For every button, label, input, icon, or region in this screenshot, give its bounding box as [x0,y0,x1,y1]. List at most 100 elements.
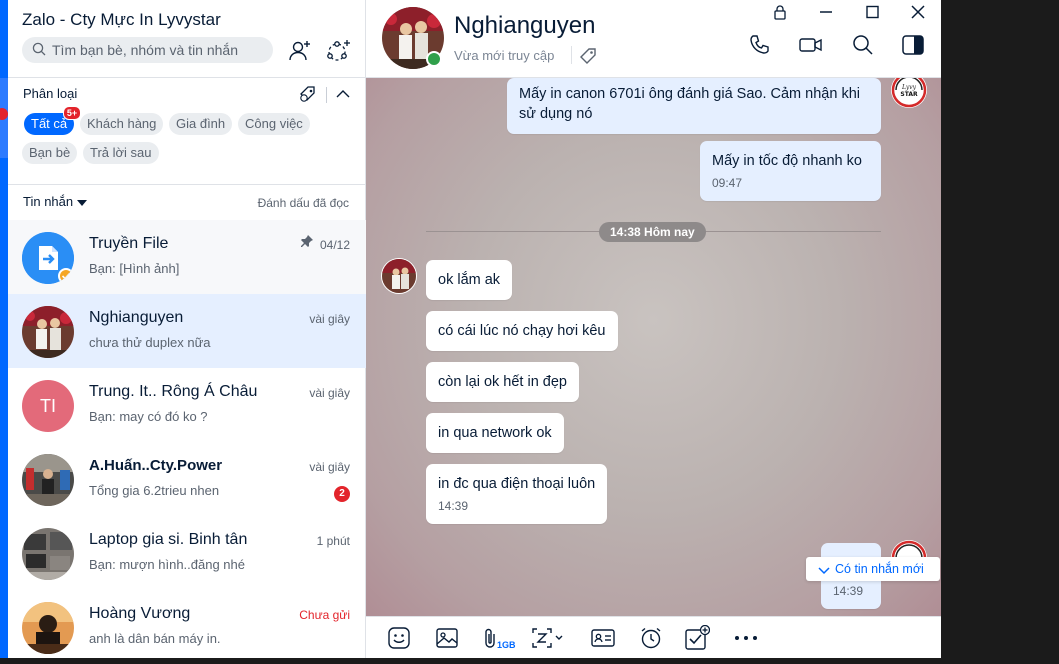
photo-avatar [22,602,74,654]
conversation-time: vài giây [309,312,350,326]
desktop-background [941,0,1059,658]
tag-icon [580,48,596,64]
close-button[interactable] [908,4,928,20]
more-options-button[interactable] [732,625,762,651]
message-bubble-incoming[interactable]: in đc qua điện thoại luôn 14:39 [426,464,608,524]
conversation-name: Nghianguyen [89,309,184,326]
close-icon [911,5,925,19]
chip-reply-later[interactable]: Trả lời sau [83,142,159,164]
category-settings-button[interactable] [298,84,318,104]
message-bubble-incoming[interactable]: in qua network ok [426,413,564,453]
video-call-button[interactable] [798,32,824,58]
reminder-button[interactable] [638,625,664,651]
conversation-time: vài giây [309,460,350,474]
conversation-item[interactable]: Laptop gia si. Binh tân Bạn: mượn hình..… [8,516,366,590]
alarm-clock-icon [641,627,661,649]
conversation-item[interactable]: Hoàng Vương anh là dân bán máy in. Chưa … [8,590,366,664]
conversation-item[interactable]: Nghianguyen chưa thử duplex nữa vài giây [8,294,366,368]
chip-badge: 5+ [62,106,82,120]
conversation-name: Truyền File [89,235,169,252]
message-text: ok lắm ak [438,272,501,288]
conversation-preview: Bạn: [Hình ảnh] [89,261,180,276]
avatar [22,232,74,284]
conversation-sidebar: Zalo - Cty Mực In Lyvystar Phân loại Tất… [8,0,366,658]
message-bubble-incoming[interactable]: ok lắm ak [426,260,513,300]
chevron-down-icon [818,567,830,574]
chip-customers[interactable]: Khách hàng [80,113,164,135]
maximize-icon [866,5,879,19]
video-camera-icon [799,38,822,52]
new-message-notice[interactable]: Có tin nhắn mới [806,557,940,581]
conversation-item[interactable]: A.Huấn..Cty.Power Tổng gia 6.2trieu nhen… [8,442,366,516]
chip-friends[interactable]: Bạn bè [22,142,78,164]
conversation-preview: chưa thử duplex nữa [89,335,211,350]
message-text: in đc qua điện thoại luôn [438,476,596,492]
phone-icon [750,35,769,54]
attach-file-button[interactable]: 1GB [482,625,522,651]
add-friend-icon [289,41,310,61]
search-icon [853,35,873,55]
message-time: 14:39 [438,499,469,513]
chip-work[interactable]: Công việc [238,113,310,135]
avatar [22,602,74,654]
message-list[interactable]: Mấy in canon 6701i ông đánh giá Sao. Cảm… [366,78,941,616]
maximize-button[interactable] [862,4,882,20]
message-bubble-incoming[interactable]: có cái lúc nó chạy hơi kêu [426,311,618,351]
chip-label: Tất cả [31,116,68,131]
avatar [22,528,74,580]
screenshot-button[interactable] [530,625,566,651]
conversation-name: A.Huấn..Cty.Power [89,457,223,474]
message-bubble-incoming[interactable]: còn lại ok hết in đẹp [426,362,579,402]
conversation-time: 04/12 [319,238,350,252]
conversation-info-button[interactable] [900,32,926,58]
own-avatar: Lyvy STAR [891,78,927,108]
conversation-item[interactable]: TI Trung. It.. Rông Á Châu Bạn: may có đ… [8,368,366,442]
file-transfer-icon [22,232,74,284]
send-contact-card-button[interactable] [590,625,616,651]
search-box[interactable] [22,37,273,63]
messages-filter[interactable]: Tin nhắn [23,194,88,209]
new-message-label: Có tin nhắn mới [835,562,924,576]
svg-text:STAR: STAR [900,91,918,98]
message-text: Mấy in tốc độ nhanh ko [712,153,862,169]
send-image-button[interactable] [434,625,460,651]
peer-avatar[interactable] [381,258,417,294]
unread-count-badge: 2 [334,486,350,502]
message-time: 09:47 [712,176,743,190]
message-text: Mấy in canon 6701i ông đánh giá Sao. Cảm… [519,86,860,122]
collapse-categories-button[interactable] [333,84,353,104]
search-icon [32,42,46,56]
lyvystar-logo: LyvySTAR [891,78,927,108]
status-separator [571,46,572,64]
search-input[interactable] [52,40,267,60]
sidebar-toggle-icon [902,35,924,55]
photo-avatar [22,528,74,580]
voice-call-button[interactable] [746,32,772,58]
create-group-icon [327,40,350,61]
svg-text:Lyvy: Lyvy [901,84,917,91]
chip-all[interactable]: Tất cả 5+ [24,106,82,135]
contact-card-icon [591,629,615,647]
label-tag-button[interactable] [578,46,598,71]
pin-window-button[interactable] [770,4,790,20]
messages-filter-label: Tin nhắn [23,194,74,209]
task-check-icon [685,624,711,650]
assign-task-button[interactable] [684,624,711,651]
add-friend-button[interactable] [286,37,314,65]
message-bubble-outgoing[interactable]: Mấy in tốc độ nhanh ko 09:47 [700,141,881,201]
sticker-button[interactable] [386,625,412,651]
search-messages-button[interactable] [850,32,876,58]
mark-all-read-link[interactable]: Đánh dấu đã đọc [258,196,349,210]
chip-family[interactable]: Gia đình [169,113,233,135]
lock-icon [774,5,786,20]
message-bubble-outgoing[interactable]: Mấy in canon 6701i ông đánh giá Sao. Cảm… [507,78,881,134]
categories-divider [8,184,366,185]
create-group-button[interactable] [324,37,352,65]
conversation-time: 1 phút [316,534,350,548]
conversation-item[interactable]: Truyền File Bạn: [Hình ảnh] 04/12 [8,220,366,294]
conversation-name: Trung. It.. Rông Á Châu [89,383,258,400]
minimize-button[interactable] [816,4,836,20]
photo-avatar [22,454,74,506]
conversation-time: Chưa gửi [299,608,350,622]
date-divider: 14:38 Hôm nay [599,222,706,242]
